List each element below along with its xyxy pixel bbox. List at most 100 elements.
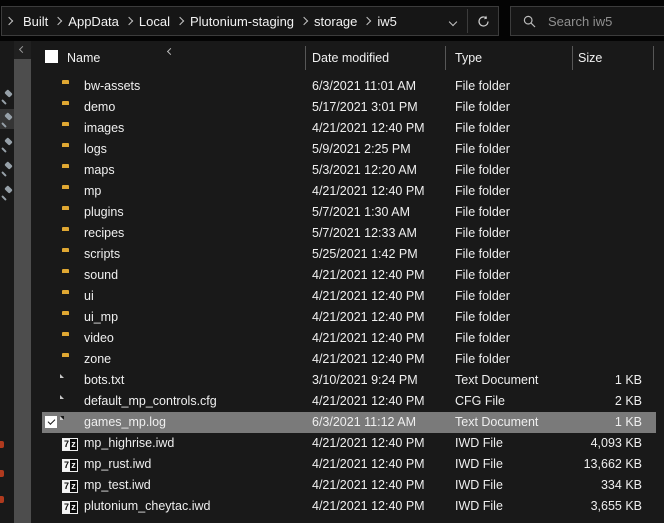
7z-archive-icon [62, 438, 78, 451]
file-row[interactable]: mp_test.iwd 4/21/2021 12:40 PM IWD File … [42, 475, 656, 496]
column-header-type[interactable]: Type [455, 51, 482, 65]
file-date: 4/21/2021 12:40 PM [312, 307, 425, 328]
7z-archive-icon [62, 480, 78, 493]
file-name[interactable]: mp_test.iwd [84, 475, 151, 496]
file-name[interactable]: video [84, 328, 114, 349]
breadcrumb-item[interactable]: Local [132, 14, 177, 29]
pin-icon[interactable] [0, 138, 13, 151]
file-row[interactable]: plugins 5/7/2021 1:30 AM File folder [42, 202, 656, 223]
file-row[interactable]: scripts 5/25/2021 1:42 PM File folder [42, 244, 656, 265]
file-name[interactable]: sound [84, 265, 118, 286]
breadcrumb-item[interactable]: Built [16, 14, 55, 29]
search-input[interactable] [546, 13, 650, 30]
file-row[interactable]: maps 5/3/2021 12:20 AM File folder [42, 160, 656, 181]
file-name[interactable]: plutonium_cheytac.iwd [84, 496, 210, 517]
refresh-icon [477, 15, 490, 28]
file-name[interactable]: bots.txt [84, 370, 124, 391]
file-row[interactable]: mp_rust.iwd 4/21/2021 12:40 PM IWD File … [42, 454, 656, 475]
file-type: IWD File [455, 454, 503, 475]
file-type: File folder [455, 349, 510, 370]
column-header-size[interactable]: Size [578, 51, 602, 65]
file-name[interactable]: games_mp.log [84, 412, 166, 433]
file-date: 4/21/2021 12:40 PM [312, 496, 425, 517]
file-row[interactable]: demo 5/17/2021 3:01 PM File folder [42, 97, 656, 118]
nav-scrollbar[interactable] [14, 41, 31, 523]
file-name[interactable]: plugins [84, 202, 124, 223]
file-name[interactable]: demo [84, 97, 115, 118]
file-name[interactable]: zone [84, 349, 111, 370]
file-name[interactable]: maps [84, 160, 115, 181]
file-name[interactable]: mp_rust.iwd [84, 454, 151, 475]
file-name[interactable]: ui [84, 286, 94, 307]
file-type: File folder [455, 265, 510, 286]
address-dropdown-button[interactable] [446, 15, 460, 29]
file-name[interactable]: ui_mp [84, 307, 118, 328]
breadcrumb-item[interactable]: Plutonium-staging [183, 14, 301, 29]
file-name[interactable]: recipes [84, 223, 124, 244]
column-header-name[interactable]: Name [67, 51, 100, 65]
search-box[interactable] [510, 6, 664, 36]
pin-icon[interactable] [0, 162, 13, 175]
file-row[interactable]: games_mp.log 6/3/2021 11:12 AM Text Docu… [42, 412, 656, 433]
select-all-checkbox[interactable] [45, 50, 58, 63]
breadcrumb-item[interactable]: iw5 [370, 14, 404, 29]
column-divider[interactable] [653, 46, 654, 70]
file-name[interactable]: images [84, 118, 124, 139]
pin-icon[interactable] [0, 113, 13, 126]
file-date: 6/3/2021 11:12 AM [312, 412, 416, 433]
file-name[interactable]: bw-assets [84, 76, 140, 97]
file-row[interactable]: mp_highrise.iwd 4/21/2021 12:40 PM IWD F… [42, 433, 656, 454]
file-row[interactable]: video 4/21/2021 12:40 PM File folder [42, 328, 656, 349]
breadcrumb-item[interactable]: AppData [61, 14, 126, 29]
file-row[interactable]: plutonium_cheytac.iwd 4/21/2021 12:40 PM… [42, 496, 656, 517]
file-row[interactable]: default_mp_controls.cfg 4/21/2021 12:40 … [42, 391, 656, 412]
file-row[interactable]: sound 4/21/2021 12:40 PM File folder [42, 265, 656, 286]
scrollbar-thumb[interactable] [14, 59, 31, 523]
scrollbar-up-button[interactable] [14, 41, 31, 58]
file-row[interactable]: ui 4/21/2021 12:40 PM File folder [42, 286, 656, 307]
file-type: File folder [455, 202, 510, 223]
file-row[interactable]: bots.txt 3/10/2021 9:24 PM Text Document… [42, 370, 656, 391]
address-divider [467, 9, 468, 33]
file-row[interactable]: logs 5/9/2021 2:25 PM File folder [42, 139, 656, 160]
file-date: 4/21/2021 12:40 PM [312, 181, 425, 202]
address-bar[interactable]: Built AppData Local Plutonium-staging storag… [1, 6, 499, 36]
file-name[interactable]: scripts [84, 244, 120, 265]
file-row[interactable]: zone 4/21/2021 12:40 PM File folder [42, 349, 656, 370]
file-type: IWD File [455, 496, 503, 517]
file-name[interactable]: mp_highrise.iwd [84, 433, 174, 454]
file-row[interactable]: images 4/21/2021 12:40 PM File folder [42, 118, 656, 139]
breadcrumb-item[interactable]: storage [307, 14, 364, 29]
search-icon [523, 15, 536, 28]
file-row[interactable]: mp 4/21/2021 12:40 PM File folder [42, 181, 656, 202]
file-size: 1 KB [615, 370, 642, 391]
file-row[interactable]: ui_mp 4/21/2021 12:40 PM File folder [42, 307, 656, 328]
nav-item-partial-icon [0, 441, 4, 448]
file-date: 5/3/2021 12:20 AM [312, 160, 417, 181]
column-divider[interactable] [572, 46, 573, 70]
file-row[interactable]: recipes 5/7/2021 12:33 AM File folder [42, 223, 656, 244]
pin-icon[interactable] [0, 90, 13, 103]
file-type: File folder [455, 181, 510, 202]
file-type: File folder [455, 223, 510, 244]
file-size: 3,655 KB [591, 496, 642, 517]
column-divider[interactable] [445, 46, 446, 70]
file-date: 5/7/2021 1:30 AM [312, 202, 410, 223]
row-checkbox[interactable] [45, 416, 57, 428]
chevron-up-icon [19, 46, 26, 53]
file-date: 4/21/2021 12:40 PM [312, 286, 425, 307]
file-row[interactable]: bw-assets 6/3/2021 11:01 AM File folder [42, 76, 656, 97]
file-name[interactable]: mp [84, 181, 101, 202]
file-type: CFG File [455, 391, 505, 412]
file-name[interactable]: logs [84, 139, 107, 160]
pin-icon[interactable] [0, 186, 13, 199]
file-size: 13,662 KB [584, 454, 642, 475]
file-size: 4,093 KB [591, 433, 642, 454]
column-divider[interactable] [305, 46, 306, 70]
file-name[interactable]: default_mp_controls.cfg [84, 391, 217, 412]
file-date: 4/21/2021 12:40 PM [312, 328, 425, 349]
refresh-button[interactable] [473, 12, 493, 30]
file-date: 5/25/2021 1:42 PM [312, 244, 418, 265]
file-list: Name Date modified Type Size bw-assets 6… [40, 41, 664, 523]
column-header-date-modified[interactable]: Date modified [312, 51, 389, 65]
